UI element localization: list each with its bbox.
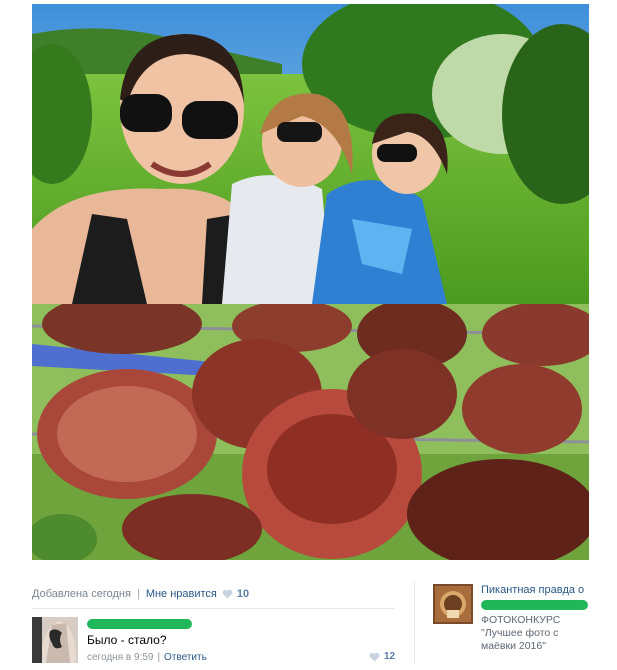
- kebab-image: [32, 304, 589, 560]
- like-count: 10: [236, 588, 250, 600]
- group-avatar-image: [433, 584, 473, 624]
- comment-time[interactable]: сегодня в 9:59: [87, 652, 153, 663]
- comment-meta-separator: |: [157, 652, 161, 663]
- selfie-image: [32, 4, 589, 304]
- caption-line: маёвки 2016": [481, 640, 546, 652]
- commenter-avatar[interactable]: [32, 617, 78, 663]
- group-caption: ФОТОКОНКУРС "Лучшее фото с маёвки 2016": [481, 614, 560, 653]
- comment-like-count: 12: [384, 651, 396, 662]
- kebab-photo[interactable]: [32, 304, 589, 560]
- caption-line: "Лучшее фото с: [481, 627, 559, 639]
- comment-divider: [32, 608, 394, 609]
- group-title-link[interactable]: Пикантная правда о: [481, 584, 584, 596]
- reply-button[interactable]: Ответить: [164, 652, 207, 663]
- post-meta: Добавлена сегодня | Мне нравится 10: [32, 588, 249, 600]
- heart-icon[interactable]: [222, 589, 233, 599]
- selfie-photo[interactable]: [32, 4, 589, 304]
- comment-text: Было - стало?: [87, 633, 167, 647]
- group-avatar[interactable]: [433, 584, 473, 624]
- group-name-redacted: [481, 600, 588, 610]
- commenter-name-redacted: [87, 619, 192, 629]
- comment-meta: сегодня в 9:59 | Ответить: [87, 652, 207, 663]
- post-date: Добавлена сегодня: [32, 588, 131, 600]
- sidebar-divider: [414, 582, 415, 664]
- like-button[interactable]: Мне нравится: [146, 588, 217, 600]
- meta-separator: |: [136, 588, 140, 600]
- comment-like-button[interactable]: 12: [364, 651, 395, 662]
- caption-line: ФОТОКОНКУРС: [481, 614, 561, 626]
- heart-icon: [369, 652, 380, 662]
- avatar-image: [32, 617, 78, 663]
